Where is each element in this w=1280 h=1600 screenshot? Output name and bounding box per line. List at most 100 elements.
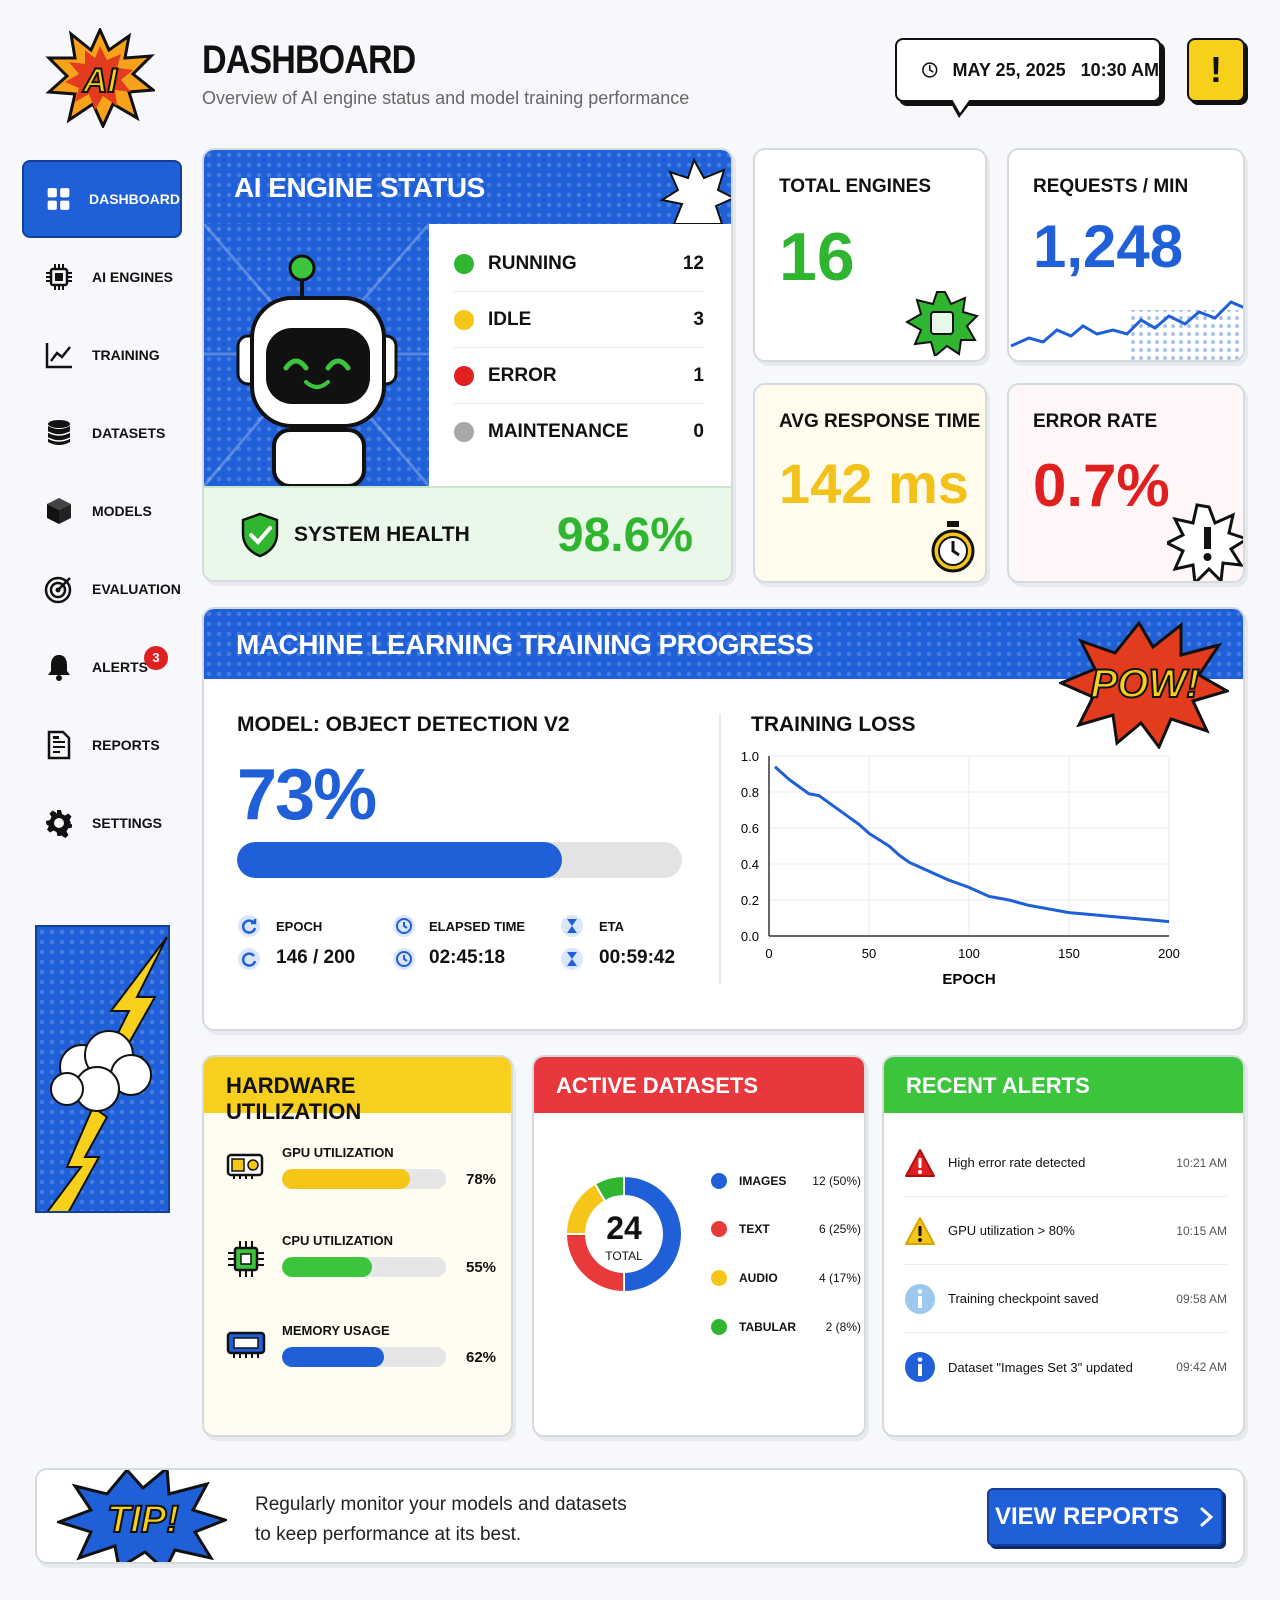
alert-item[interactable]: Training checkpoint saved 09:58 AM — [904, 1265, 1227, 1333]
chart-title: TRAINING LOSS — [751, 713, 916, 736]
y-tick-label: 0.8 — [741, 785, 759, 800]
alert-item[interactable]: GPU utilization > 80% 10:15 AM — [904, 1197, 1227, 1265]
error-triangle-icon — [905, 1148, 935, 1177]
sidebar-item-label: DATASETS — [92, 425, 166, 441]
cpu-bar-fill — [282, 1257, 373, 1277]
report-icon — [47, 730, 71, 760]
alert-message: Training checkpoint saved — [948, 1291, 1099, 1306]
alert-time: 10:15 AM — [1176, 1223, 1227, 1238]
svg-text:POW!: POW! — [1091, 662, 1200, 706]
svg-text:AI: AI — [82, 62, 119, 100]
chip-burst-icon — [905, 291, 979, 356]
svg-text:TIP!: TIP! — [107, 1499, 179, 1541]
shield-check-icon — [241, 512, 279, 558]
stopwatch-icon — [931, 521, 975, 573]
sidebar-item-training[interactable]: TRAINING — [22, 316, 182, 394]
sidebar-item-settings[interactable]: SETTINGS — [22, 784, 182, 862]
total-engines-value: 16 — [779, 219, 855, 295]
requests-sparkline — [1010, 300, 1243, 360]
status-count: 12 — [682, 252, 704, 274]
status-label: RUNNING — [488, 252, 577, 274]
model-name: MODEL: OBJECT DETECTION V2 — [237, 713, 570, 736]
tip-burst: TIP! — [57, 1470, 227, 1562]
hourglass-icon — [561, 915, 583, 937]
sidebar-item-label: TRAINING — [92, 347, 160, 363]
sidebar-item-dashboard[interactable]: DASHBOARD — [22, 160, 182, 238]
sidebar-item-label: SETTINGS — [92, 815, 163, 831]
page-title: DASHBOARD — [202, 38, 416, 82]
system-health-value: 98.6% — [556, 508, 693, 562]
y-tick-label: 0.0 — [741, 929, 759, 944]
sidebar-item-models[interactable]: MODELS — [22, 472, 182, 550]
gpu-icon — [226, 1153, 264, 1179]
clock-icon — [393, 948, 415, 970]
sidebar-item-label: EVALUATION — [92, 581, 181, 597]
legend-label: TABULAR — [739, 1320, 797, 1334]
alert-time: 10:21 AM — [1176, 1155, 1227, 1170]
status-row-maintenance: MAINTENANCE 0 — [454, 404, 704, 460]
active-datasets-card: ACTIVE DATASETS 24 TOTAL IMAGES 12 (50%)… — [532, 1055, 866, 1437]
x-tick-label: 50 — [862, 946, 876, 961]
sidebar-item-alerts[interactable]: ALERTS 3 — [22, 628, 182, 706]
sidebar-item-reports[interactable]: REPORTS — [22, 706, 182, 784]
ai-logo: AI — [45, 26, 157, 130]
sidebar-item-datasets[interactable]: DATASETS — [22, 394, 182, 472]
legend-count: 4 (17%) — [818, 1271, 861, 1285]
status-label: IDLE — [488, 308, 532, 330]
y-tick-label: 0.4 — [741, 857, 759, 872]
tip-text: Regularly monitor your models and datase… — [255, 1490, 627, 1550]
legend-tabular: TABULAR 2 (8%) — [711, 1317, 861, 1337]
memory-label: MEMORY USAGE — [282, 1323, 390, 1338]
cpu-label: CPU UTILIZATION — [282, 1233, 393, 1248]
datasets-total: 24 — [606, 1210, 642, 1246]
info-icon — [905, 1283, 935, 1314]
robot-illustration — [204, 223, 431, 488]
hardware-title: HARDWARE UTILIZATION — [204, 1057, 511, 1124]
legend-images: IMAGES 12 (50%) — [711, 1171, 861, 1191]
alert-button[interactable]: ! — [1187, 38, 1245, 102]
x-tick-label: 0 — [765, 946, 772, 961]
view-reports-label: VIEW REPORTS — [994, 1503, 1180, 1530]
sidebar-item-evaluation[interactable]: EVALUATION — [22, 550, 182, 628]
status-count: 0 — [693, 421, 704, 442]
gear-icon — [46, 810, 72, 838]
training-percent: 73% — [237, 755, 377, 835]
eta-value: 00:59:42 — [599, 947, 676, 968]
refresh-icon — [238, 915, 260, 937]
clock-icon — [922, 62, 938, 78]
tabular-dot-icon — [711, 1319, 727, 1335]
alert-item[interactable]: Dataset "Images Set 3" updated 09:42 AM — [904, 1333, 1227, 1401]
avg-response-value: 142 ms — [779, 452, 969, 515]
status-row-error: ERROR 1 — [454, 348, 704, 404]
page-subtitle: Overview of AI engine status and model t… — [202, 88, 690, 108]
section-divider — [719, 714, 721, 984]
eta-label: ETA — [599, 919, 625, 934]
lightning-cloud-illustration — [35, 925, 170, 1213]
bell-icon — [48, 655, 70, 681]
idle-dot-icon — [454, 309, 474, 330]
hardware-utilization-card: HARDWARE UTILIZATION GPU UTILIZATION 78%… — [202, 1055, 513, 1437]
training-progress-card: MACHINE LEARNING TRAINING PROGRESS POW! … — [202, 607, 1245, 1031]
sidebar-item-label: AI ENGINES — [92, 269, 173, 285]
alert-message: High error rate detected — [948, 1155, 1086, 1170]
chip-icon — [46, 264, 72, 290]
legend-label: IMAGES — [739, 1174, 787, 1188]
status-label: ERROR — [488, 364, 557, 386]
x-tick-label: 150 — [1058, 946, 1080, 961]
images-dot-icon — [711, 1173, 727, 1189]
sidebar-item-label: ALERTS — [92, 659, 148, 675]
maintenance-dot-icon — [454, 422, 474, 442]
sidebar-item-label: REPORTS — [92, 737, 160, 753]
datetime-bubble: MAY 25, 2025 10:30 AM — [895, 38, 1161, 118]
alert-time: 09:58 AM — [1176, 1291, 1227, 1306]
view-reports-button[interactable]: VIEW REPORTS — [987, 1488, 1223, 1546]
memory-row: MEMORY USAGE 62% — [226, 1323, 496, 1393]
sidebar-item-ai-engines[interactable]: AI ENGINES — [22, 238, 182, 316]
legend-text: TEXT 6 (25%) — [711, 1219, 861, 1239]
gpu-bar-fill — [282, 1169, 410, 1189]
x-axis-label: EPOCH — [942, 971, 995, 988]
cpu-value: 55% — [466, 1259, 497, 1276]
elapsed-value: 02:45:18 — [429, 947, 506, 968]
gpu-row: GPU UTILIZATION 78% — [226, 1145, 496, 1215]
alert-item[interactable]: High error rate detected 10:21 AM — [904, 1129, 1227, 1197]
